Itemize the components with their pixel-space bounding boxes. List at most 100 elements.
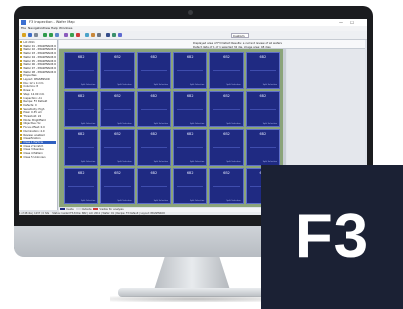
- status-left: 1 of 48 die | 1237 / 0 hits: [19, 212, 50, 215]
- view-mode-select[interactable]: Custom: [231, 32, 249, 38]
- die-sublabel: Split Selection: [262, 122, 277, 125]
- die-cell[interactable]: 6B2 Split Selection: [100, 90, 135, 127]
- die-cell[interactable]: 6B2 Split Selection: [64, 129, 99, 166]
- window-controls[interactable]: — ☐ ✕: [339, 19, 367, 32]
- die-sublabel: Split Selection: [153, 161, 168, 163]
- f3-badge: F3: [261, 165, 403, 309]
- die-scanline: [140, 185, 167, 187]
- legend-label-visible: Visible for analysis: [99, 208, 124, 211]
- die-scanline: [68, 147, 95, 148]
- die-label: 6B2: [77, 93, 85, 98]
- die-sublabel: Split Selection: [117, 122, 132, 125]
- die-label: 6B2: [114, 55, 121, 59]
- die-cell[interactable]: 6B2 Split Selection: [209, 167, 244, 204]
- die-label: 6B2: [114, 170, 121, 175]
- die-sublabel: Split Selection: [190, 122, 205, 125]
- die-label: 6B2: [186, 93, 194, 98]
- die-scanline: [213, 147, 240, 148]
- die-label: 6B2: [150, 93, 158, 98]
- die-label: 6B2: [150, 170, 158, 175]
- filter-icon[interactable]: [91, 33, 95, 37]
- die-label: 6B2: [150, 55, 158, 59]
- print-icon[interactable]: [34, 33, 38, 37]
- die-label: 6B2: [223, 55, 230, 59]
- die-scanline: [140, 108, 167, 110]
- die-cell[interactable]: 6B2 Split Selection: [173, 52, 208, 89]
- status-main: Status: loaded F3-8 Die: 6B2 | Lot: 2011…: [52, 212, 165, 215]
- die-sublabel: Split Selection: [117, 84, 132, 86]
- die-cell[interactable]: 6B2 Split Selection: [209, 129, 244, 166]
- die-cell[interactable]: 6B2 Split Selection: [64, 52, 99, 89]
- die-cell[interactable]: 6B2 Split Selection: [245, 52, 280, 89]
- die-scanline: [213, 70, 240, 71]
- die-scanline: [249, 147, 276, 148]
- die-cell[interactable]: 6B2 Split Selection: [100, 129, 135, 166]
- legend-swatch-outside: [75, 208, 81, 210]
- die-scanline: [68, 185, 95, 187]
- open-icon[interactable]: [22, 33, 26, 37]
- die-cell[interactable]: 6B2 Split Selection: [100, 52, 135, 89]
- die-grid: 6B2 Split Selection 6B2 Split Selection 6B2 S…: [64, 52, 280, 204]
- die-cell[interactable]: 6B2 Split Selection: [209, 90, 244, 127]
- app-icon: [21, 20, 26, 25]
- die-cell[interactable]: 6B2 Split Selection: [136, 52, 171, 89]
- die-label: 6B2: [223, 170, 230, 175]
- die-cell[interactable]: 6B2 Split Selection: [173, 90, 208, 127]
- die-sublabel: Split Selection: [81, 199, 96, 202]
- stop-icon[interactable]: [76, 33, 80, 37]
- camera-icon: [188, 10, 193, 15]
- stand-shadow: [110, 296, 278, 302]
- die-scanline: [140, 70, 167, 71]
- save-icon[interactable]: [28, 33, 32, 37]
- die-cell[interactable]: 6B2 Split Selection: [64, 167, 99, 204]
- die-scanline: [249, 108, 276, 110]
- die-cell[interactable]: 6B2 Split Selection: [209, 52, 244, 89]
- fit-icon[interactable]: [55, 33, 59, 37]
- zoom-in-icon[interactable]: [43, 33, 47, 37]
- die-scanline: [213, 108, 240, 110]
- info-strip: Displayed area of F3 Defect Results: a c…: [59, 40, 365, 49]
- legend-swatch-visible: [93, 208, 99, 210]
- die-sublabel: Split Selection: [153, 122, 168, 125]
- tree-item-label: Class 5 Unknown: [23, 155, 46, 159]
- die-label: 6B2: [259, 93, 267, 98]
- die-sublabel: Split Selection: [262, 161, 277, 163]
- die-cell[interactable]: 6B2 Split Selection: [136, 90, 171, 127]
- die-cell[interactable]: 6B2 Split Selection: [173, 129, 208, 166]
- die-scanline: [104, 185, 131, 187]
- die-cell[interactable]: 6B2 Split Selection: [100, 167, 135, 204]
- badge-text: F3: [294, 202, 370, 271]
- legend-swatch-inside: [60, 208, 65, 210]
- die-scanline: [177, 70, 204, 71]
- die-cell[interactable]: 6B2 Split Selection: [64, 90, 99, 127]
- die-label: 6B2: [186, 170, 194, 175]
- settings-icon[interactable]: [97, 33, 101, 37]
- die-cell[interactable]: 6B2 Split Selection: [136, 167, 171, 204]
- grid-icon[interactable]: [64, 33, 68, 37]
- die-scanline: [68, 70, 95, 71]
- run-icon[interactable]: [70, 33, 74, 37]
- zoom-out-icon[interactable]: [49, 33, 53, 37]
- monitor-stand: [154, 257, 230, 290]
- die-cell[interactable]: 6B2 Split Selection: [245, 129, 280, 166]
- die-scanline: [104, 70, 131, 71]
- die-cell[interactable]: 6B2 Split Selection: [173, 167, 208, 204]
- die-label: 6B2: [77, 55, 85, 59]
- die-cell[interactable]: 6B2 Split Selection: [245, 90, 280, 127]
- legend-label-inside: Inside: [66, 208, 74, 211]
- refresh-icon[interactable]: [85, 33, 89, 37]
- die-label: 6B2: [223, 132, 230, 136]
- wafer-map-view[interactable]: 6B2 Split Selection 6B2 Split Selection 6B2 S…: [59, 49, 285, 207]
- camera-tool-icon[interactable]: [106, 33, 110, 37]
- die-scanline: [177, 108, 204, 110]
- die-scanline: [104, 108, 131, 110]
- die-label: 6B2: [186, 55, 194, 59]
- die-cell[interactable]: 6B2 Split Selection: [136, 129, 171, 166]
- tree-item[interactable]: Class 5 Unknown: [20, 155, 56, 159]
- export-icon[interactable]: [112, 33, 116, 37]
- die-scanline: [68, 108, 95, 110]
- help-icon[interactable]: [118, 33, 122, 37]
- die-label: 6B2: [114, 93, 121, 98]
- die-sublabel: Split Selection: [117, 161, 132, 163]
- die-scanline: [249, 70, 276, 71]
